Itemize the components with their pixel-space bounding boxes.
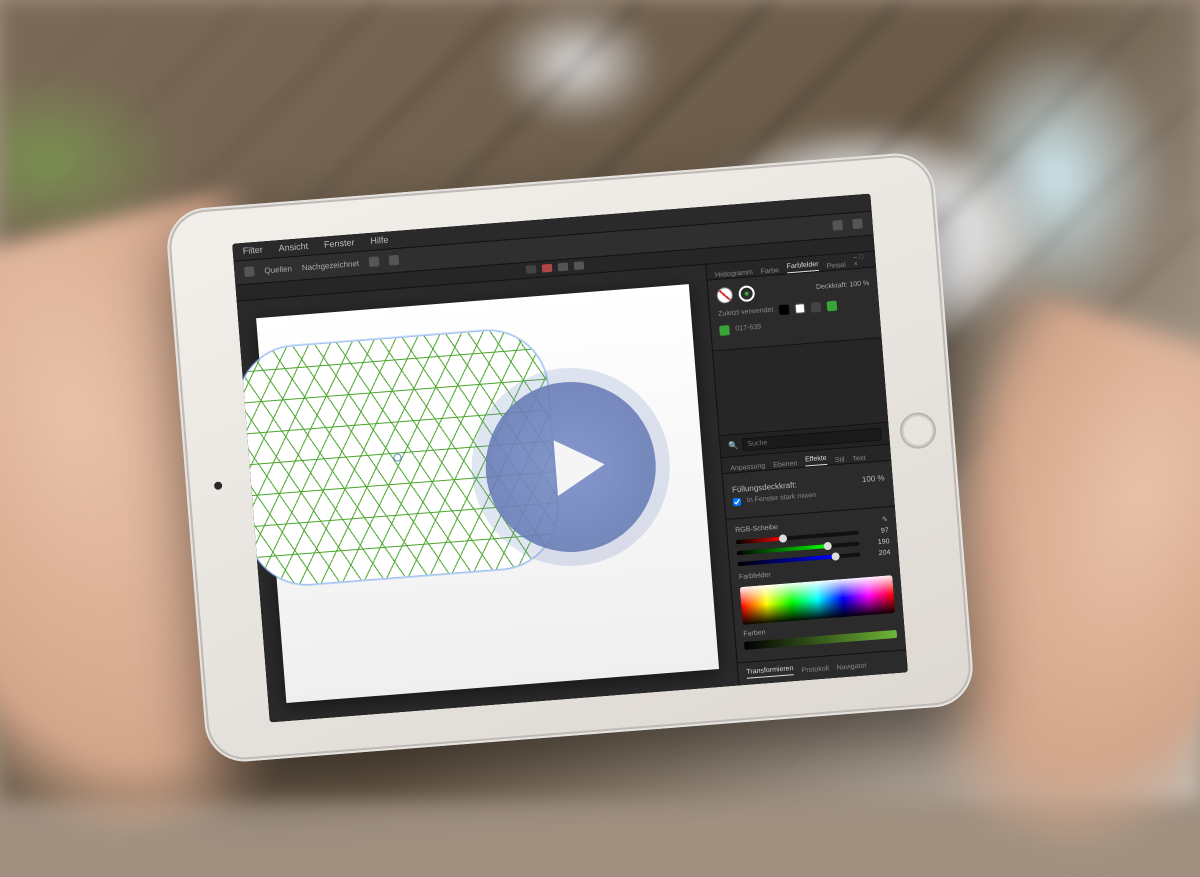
tablet-device: Filter Ansicht Fenster Hilfe Quellen Nac… [164, 151, 975, 765]
layers-area[interactable] [713, 338, 888, 436]
right-panels: Histogramm Farbe Farbfelder Pinsel – □ ×… [705, 251, 908, 685]
toolbar-sources[interactable]: Quellen [264, 264, 292, 275]
tab-text[interactable]: Text [852, 454, 865, 462]
fill-opacity-label: Füllungsdeckkraft: [732, 480, 797, 494]
swatches-panel: Deckkraft: 100 % Zuletzt verwendet 017-6… [708, 267, 882, 351]
tablet-home-button[interactable] [899, 411, 938, 450]
recent-swatch[interactable] [795, 303, 806, 314]
search-icon: 🔍 [728, 440, 739, 450]
mix-checkbox[interactable] [733, 497, 742, 506]
canvas-workspace[interactable] [237, 264, 739, 722]
opacity-value[interactable]: 100 % [849, 280, 869, 289]
recent-swatch[interactable] [811, 301, 822, 312]
eyedropper-icon[interactable]: ✎ [882, 515, 888, 523]
opacity-label: Deckkraft: 100 % [816, 280, 870, 291]
context-chip[interactable] [526, 265, 537, 274]
tab-transform[interactable]: Transformieren [746, 665, 794, 679]
tool-icon[interactable] [389, 255, 400, 266]
play-icon [539, 429, 614, 504]
tab-navigator[interactable]: Navigator [836, 662, 866, 671]
color-mode-label[interactable]: RGB-Scheibe [735, 523, 778, 534]
context-chip[interactable] [558, 263, 569, 272]
hue-picker[interactable] [740, 575, 896, 625]
context-chip[interactable] [542, 264, 553, 273]
recent-swatch[interactable] [779, 304, 790, 315]
menu-view[interactable]: Ansicht [278, 241, 308, 253]
context-chip[interactable] [574, 261, 585, 270]
color-panel: RGB-Scheibe ✎ 97 190 [726, 506, 906, 662]
value-b[interactable]: 204 [866, 549, 890, 558]
recent-swatch[interactable] [827, 300, 838, 311]
tool-icon[interactable] [244, 266, 255, 277]
menu-filter[interactable]: Filter [242, 244, 263, 256]
mix-label: In Fenster stark mixen [747, 492, 817, 504]
tablet-camera [214, 481, 223, 490]
tab-effects[interactable]: Effekte [805, 454, 827, 466]
toolbar-traced[interactable]: Nachgezeichnet [301, 258, 359, 271]
fill-opacity-value[interactable]: 100 % [862, 473, 885, 484]
swatch-item[interactable] [719, 325, 730, 336]
app-screen: Filter Ansicht Fenster Hilfe Quellen Nac… [232, 193, 908, 722]
tab-history[interactable]: Protokoll [801, 665, 829, 674]
recent-label: Zuletzt verwendet [718, 307, 774, 318]
value-r[interactable]: 97 [864, 527, 888, 536]
tool-icon[interactable] [369, 256, 380, 267]
menu-help[interactable]: Hilfe [370, 235, 389, 246]
fill-swatch-none[interactable] [716, 286, 733, 303]
menu-window[interactable]: Fenster [324, 237, 355, 249]
swatch-code: 017-639 [735, 324, 761, 333]
value-g[interactable]: 190 [865, 538, 889, 547]
panel-window-controls[interactable]: – □ × [853, 253, 868, 268]
tab-style[interactable]: Stil [835, 456, 845, 464]
stroke-swatch[interactable] [738, 285, 755, 302]
selection-handle[interactable] [393, 453, 402, 462]
tool-icon[interactable] [832, 220, 843, 231]
tool-icon[interactable] [852, 218, 863, 229]
